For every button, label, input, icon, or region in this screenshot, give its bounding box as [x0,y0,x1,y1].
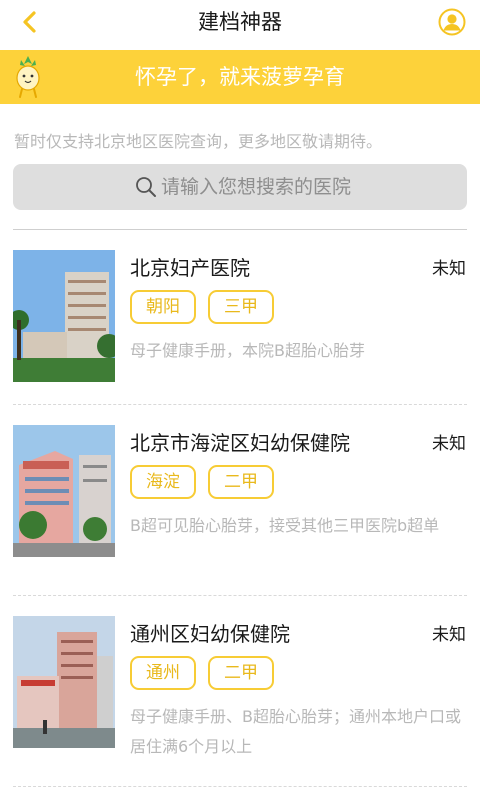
hospital-description: 母子健康手册，本院B超胎心胎芽 [130,341,365,360]
level-tag: 三甲 [208,290,274,324]
district-tag: 朝阳 [130,290,196,324]
hospital-photo [13,616,115,748]
hospital-list-item[interactable]: 北京市海淀区妇幼保健院 未知 海淀 二甲 B超可见胎心胎芽，接受其他三甲医院b超… [0,405,480,595]
hospital-list-item[interactable]: 通州区妇幼保健院 未知 通州 二甲 母子健康手册、B超胎心胎芽；通州本地户口或居… [0,596,480,786]
hospital-description: B超可见胎心胎芽，接受其他三甲医院b超单 [130,516,440,535]
status-badge: 未知 [432,625,466,645]
status-badge: 未知 [432,434,466,454]
level-tag: 二甲 [208,656,274,690]
level-tag: 二甲 [208,465,274,499]
hospital-list-item[interactable]: 北京妇产医院 未知 朝阳 三甲 母子健康手册，本院B超胎心胎芽 [0,230,480,420]
region-notice: 暂时仅支持北京地区医院查询，更多地区敬请期待。 [14,132,383,151]
hospital-name: 北京市海淀区妇幼保健院 [130,431,350,455]
search-placeholder: 请输入您想搜索的医院 [161,176,352,198]
hospital-description: 母子健康手册、B超胎心胎芽；通州本地户口或居住满6个月以上 [130,707,461,756]
district-tag: 海淀 [130,465,196,499]
user-avatar-icon[interactable] [438,8,466,36]
banner-slogan: 怀孕了，就来菠萝孕育 [135,65,345,89]
promo-banner[interactable]: 怀孕了，就来菠萝孕育 [0,50,480,104]
item-divider [13,786,467,787]
hospital-name: 北京妇产医院 [130,256,250,280]
hospital-name: 通州区妇幼保健院 [130,622,290,646]
search-input[interactable]: 请输入您想搜索的医院 [13,164,467,210]
status-badge: 未知 [432,259,466,279]
nav-bar: 建档神器 [0,0,480,50]
page-title: 建档神器 [198,10,282,34]
hospital-photo [13,250,115,382]
district-tag: 通州 [130,656,196,690]
hospital-photo [13,425,115,557]
search-icon [136,177,156,197]
